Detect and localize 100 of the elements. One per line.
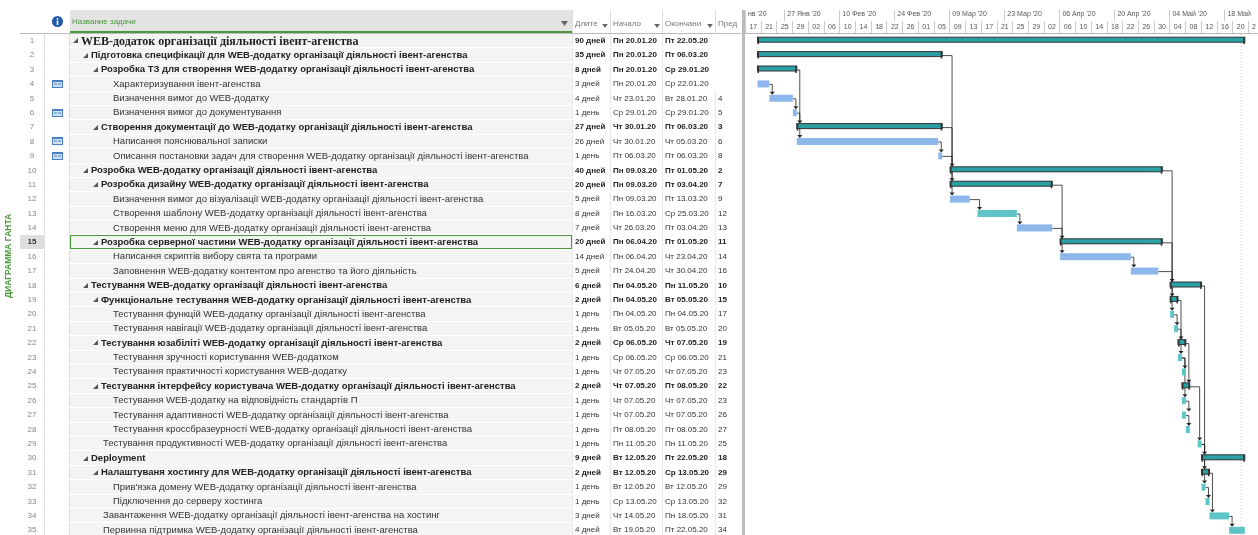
- finish-date-cell: Пт 01.05.20: [662, 163, 715, 177]
- summary-bar[interactable]: [1169, 281, 1203, 289]
- summary-bar[interactable]: [796, 123, 943, 131]
- finish-date-cell: Чт 07.05.20: [662, 365, 715, 379]
- task-name: Описання постановки задач для створення WEB-додатку організації діяльності івент-агенства: [112, 149, 529, 163]
- summary-bar[interactable]: [757, 65, 798, 73]
- task-name: Написання пояснювальної записки: [112, 134, 268, 149]
- row-number[interactable]: 15: [20, 235, 45, 249]
- duration-cell: 4 дней: [572, 523, 610, 535]
- finish-date-cell: Ср 13.05.20: [662, 494, 715, 508]
- duration-cell: 3 дней: [572, 508, 610, 523]
- task-name-cell[interactable]: Тестування юзабіліті WEB-додатку організації діяльності івент-агенства: [70, 336, 572, 350]
- predecessor-cell: 6: [715, 134, 742, 149]
- column-header[interactable]: Пред: [718, 19, 738, 28]
- summary-task-name: Функціональне тестування WEB-додатку організації діяльності івент-агенства: [101, 293, 472, 307]
- duration-cell: 1 день: [572, 365, 610, 379]
- summary-bar[interactable]: [1169, 295, 1179, 304]
- start-date-cell: Чт 30.01.20: [610, 134, 662, 149]
- task-name: Тестування WEB-додатку на відповідність стандартів П: [112, 393, 358, 408]
- task-name-cell[interactable]: Заповнення WEB-додатку контентом про агенство та його діяльність: [70, 264, 572, 278]
- collapse-icon[interactable]: [93, 383, 98, 389]
- finish-date-cell: Пн 04.05.20: [662, 307, 715, 321]
- summary-task-name: Тестування юзабіліті WEB-додатку організації діяльності івент-агенства: [101, 336, 443, 350]
- summary-bar[interactable]: [949, 166, 1163, 174]
- predecessor-cell: 21: [715, 350, 742, 364]
- column-header[interactable]: Название задачи: [72, 17, 136, 26]
- collapse-icon[interactable]: [83, 455, 88, 461]
- summary-bar[interactable]: [1177, 339, 1187, 347]
- collapse-icon[interactable]: [93, 66, 98, 72]
- task-name-cell[interactable]: Описання постановки задач для створення WEB-додатку організації діяльності івент-агенства: [70, 149, 572, 163]
- task-name: Тестування практичності користування WEB-додатку: [112, 365, 347, 379]
- duration-cell: 5 дней: [572, 192, 610, 206]
- column-header[interactable]: Длите: [575, 19, 598, 28]
- start-date-cell: Чт 23.01.20: [610, 91, 662, 105]
- collapse-icon[interactable]: [93, 469, 98, 475]
- task-name-cell[interactable]: Тестування інтерфейсу користувача WEB-додатку організації діяльності івент-агенства: [70, 379, 572, 393]
- start-date-cell: Пт 24.04.20: [610, 264, 662, 278]
- start-date-cell: Чт 07.05.20: [610, 379, 662, 393]
- start-date-cell: Чт 26.03.20: [610, 221, 662, 235]
- duration-cell: 35 дней: [572, 48, 610, 62]
- collapse-icon[interactable]: [93, 124, 98, 130]
- finish-date-cell: Пн 18.05.20: [662, 508, 715, 523]
- task-name-cell[interactable]: Тестування функцій WEB-додатку організації діяльності івент-агенства: [70, 307, 572, 321]
- predecessor-cell: 29: [715, 480, 742, 494]
- duration-cell: 20 дней: [572, 235, 610, 249]
- predecessor-cell: 20: [715, 321, 742, 336]
- dropdown-icon[interactable]: [707, 24, 713, 28]
- predecessor-cell: 14: [715, 249, 742, 264]
- collapse-icon[interactable]: [93, 239, 98, 245]
- start-date-cell: Вт 12.05.20: [610, 465, 662, 480]
- duration-cell: 1 день: [572, 408, 610, 422]
- start-date-cell: Пн 20.01.20: [610, 34, 662, 48]
- summary-bar[interactable]: [1059, 238, 1163, 246]
- task-name-cell[interactable]: Розробка серверної частини WEB-додатку організації діяльності івент-агенства: [70, 235, 572, 249]
- predecessor-cell: 2: [715, 163, 742, 177]
- predecessor-cell: 16: [715, 264, 742, 278]
- summary-bar[interactable]: [757, 36, 1246, 45]
- task-name-cell[interactable]: Функціональне тестування WEB-додатку організації діяльності івент-агенства: [70, 293, 572, 307]
- task-name-cell[interactable]: Підготовка специфікації для WEB-додатку організації діяльності івент-агенства: [70, 48, 572, 62]
- task-name-cell[interactable]: Створення документації до WEB-додатку організації діяльності івент-агенства: [70, 120, 572, 134]
- task-name-cell[interactable]: Первинна підтримка WEB-додатку організації діяльності івент-агенства: [70, 523, 572, 535]
- summary-bar[interactable]: [757, 51, 943, 59]
- dropdown-icon[interactable]: [561, 21, 568, 26]
- task-name-cell[interactable]: Визначення вимог до візуалізації WEB-додатку організації діяльності івент-агенства: [70, 192, 572, 206]
- collapse-icon[interactable]: [83, 282, 88, 288]
- column-header[interactable]: Начало: [613, 19, 641, 28]
- column-header[interactable]: Окончани: [665, 19, 702, 28]
- task-name-cell[interactable]: Прив'язка домену WEB-додатку організації діяльності івент-агенства: [70, 480, 572, 494]
- summary-task-name: WEB-додаток організації діяльності івент-агенства: [81, 34, 359, 48]
- summary-task-name: Тестування інтерфейсу користувача WEB-додатку організації діяльності івент-агенства: [101, 379, 516, 393]
- task-name-cell[interactable]: Характеризування івент-агенства: [70, 77, 572, 91]
- summary-task-name: Розробка WEB-додатку організації діяльності івент-агенства: [91, 163, 378, 177]
- start-date-cell: Ср 29.01.20: [610, 105, 662, 120]
- dropdown-icon[interactable]: [602, 24, 608, 28]
- collapse-icon[interactable]: [73, 38, 78, 44]
- summary-bar[interactable]: [1201, 454, 1246, 462]
- collapse-icon[interactable]: [93, 340, 98, 346]
- task-name-cell[interactable]: Deployment: [70, 451, 572, 465]
- duration-cell: 2 дней: [572, 465, 610, 480]
- task-name: Тестування продуктивності WEB-додатку організації діяльності івент-агенства: [102, 436, 448, 451]
- task-name-cell[interactable]: Створення меню для WEB-додатку організації діяльності івент-агенства: [70, 221, 572, 235]
- predecessor-cell: 18: [715, 451, 742, 465]
- duration-cell: 7 дней: [572, 221, 610, 235]
- collapse-icon[interactable]: [83, 52, 88, 58]
- task-name-cell[interactable]: Тестування адаптивності WEB-додатку організації діяльності івент-агенства: [70, 408, 572, 422]
- task-name-cell[interactable]: WEB-додаток організації діяльності івент-агенства: [70, 34, 572, 48]
- collapse-icon[interactable]: [93, 182, 98, 188]
- dropdown-icon[interactable]: [654, 24, 660, 28]
- duration-cell: 1 день: [572, 105, 610, 120]
- duration-cell: 1 день: [572, 307, 610, 321]
- duration-cell: 6 дней: [572, 278, 610, 293]
- predecessor-cell: 9: [715, 192, 742, 206]
- collapse-icon[interactable]: [83, 167, 88, 173]
- finish-date-cell: Ср 06.05.20: [662, 350, 715, 364]
- finish-date-cell: Вт 05.05.20: [662, 293, 715, 307]
- collapse-icon[interactable]: [93, 297, 98, 303]
- summary-bar[interactable]: [1201, 468, 1210, 477]
- finish-date-cell: Вт 28.01.20: [662, 91, 715, 105]
- summary-bar[interactable]: [1181, 382, 1191, 390]
- summary-bar[interactable]: [949, 180, 1053, 189]
